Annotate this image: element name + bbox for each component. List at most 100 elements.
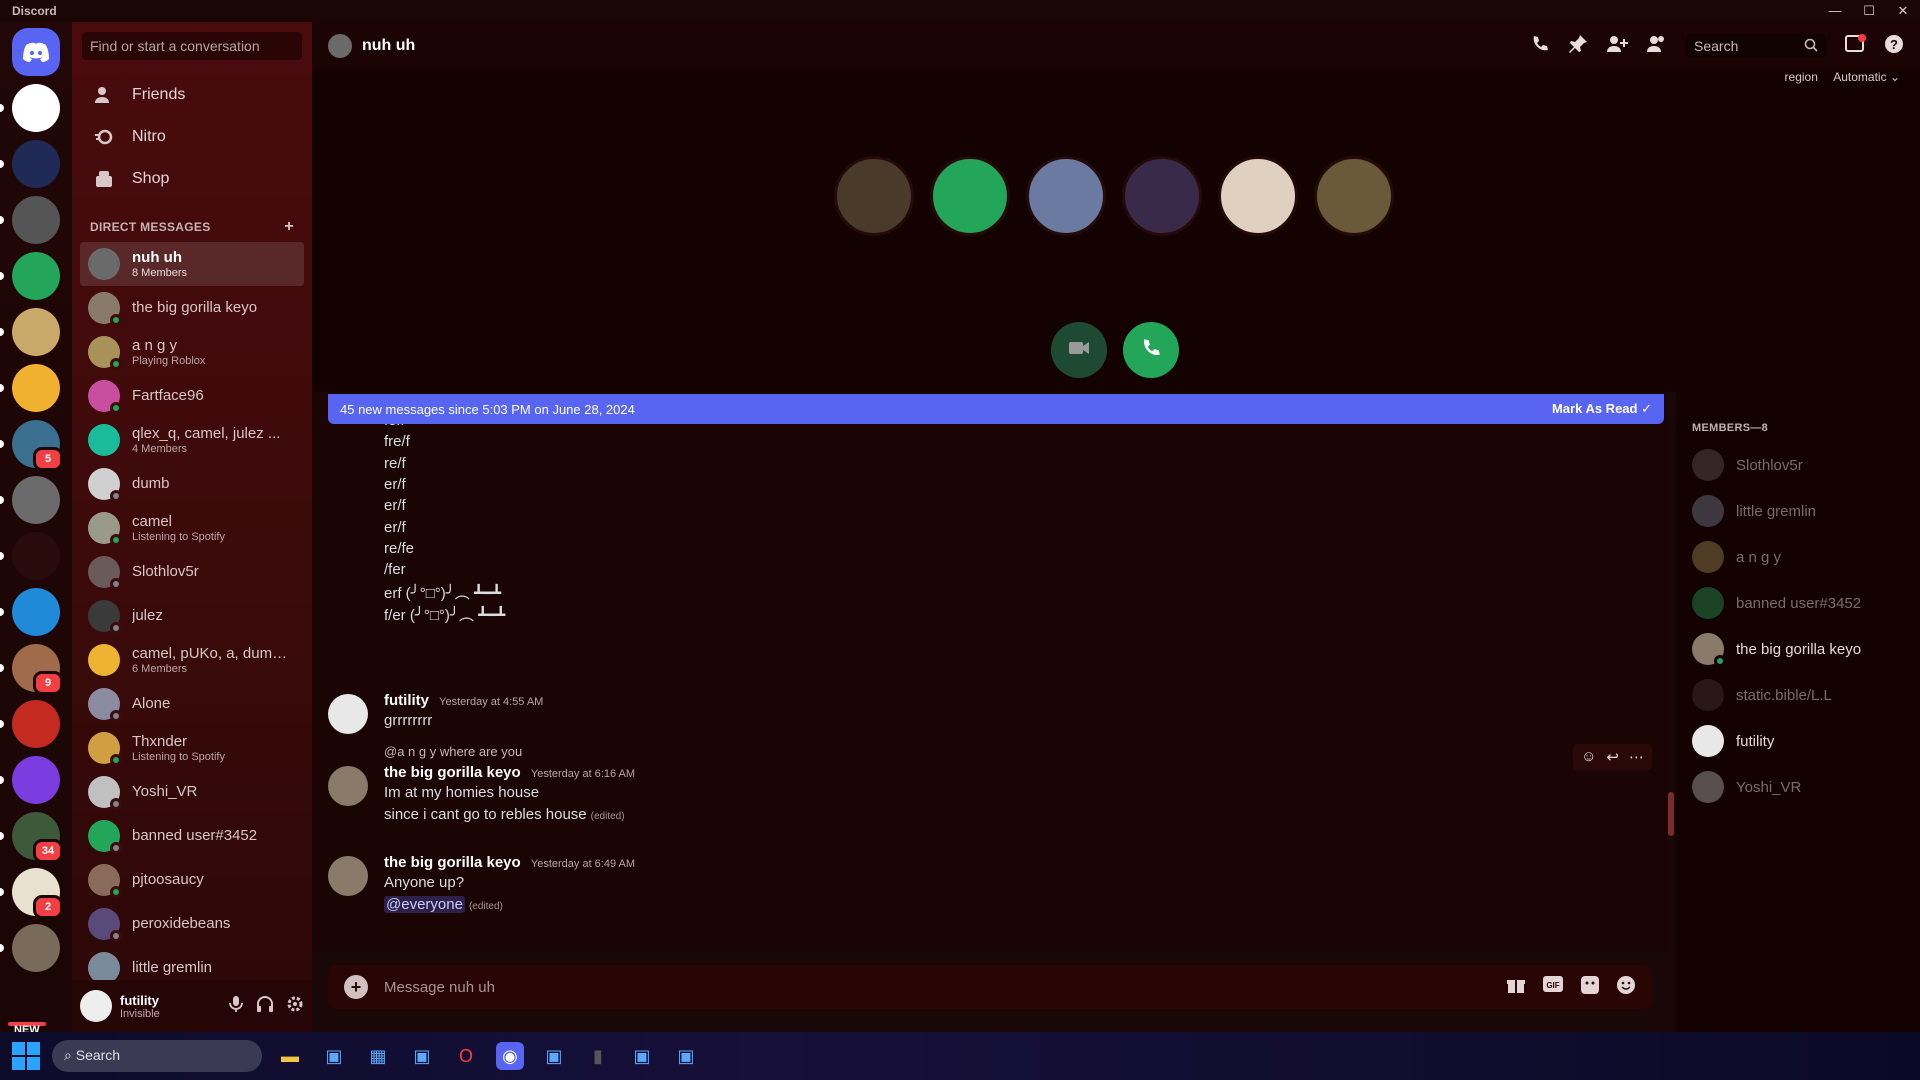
call-participant-avatar[interactable] <box>1314 156 1394 236</box>
add-reaction-icon[interactable]: ☺ <box>1581 748 1596 766</box>
nav-friends[interactable]: Friends <box>80 74 304 116</box>
member-item[interactable]: static.bible/L.L <box>1692 672 1912 718</box>
server-icon[interactable] <box>0 756 60 804</box>
dm-item[interactable]: peroxidebeans <box>80 902 304 946</box>
call-participant-avatar[interactable] <box>1026 156 1106 236</box>
member-item[interactable]: Slothlov5r <box>1692 442 1912 488</box>
dm-item[interactable]: Fartface96 <box>80 374 304 418</box>
pin-icon[interactable] <box>1568 34 1588 59</box>
new-messages-bar[interactable]: 45 new messages since 5:03 PM on June 28… <box>328 394 1664 424</box>
opera-icon[interactable]: O <box>452 1042 480 1070</box>
video-call-button[interactable] <box>1051 322 1107 378</box>
gear-icon[interactable] <box>286 995 304 1018</box>
member-item[interactable]: the big gorilla keyo <box>1692 626 1912 672</box>
help-icon[interactable]: ? <box>1884 34 1904 59</box>
reply-icon[interactable]: ↩ <box>1606 748 1619 766</box>
store-icon[interactable]: ▦ <box>364 1042 392 1070</box>
dm-item[interactable]: the big gorilla keyo <box>80 286 304 330</box>
avatar[interactable] <box>80 990 112 1022</box>
dm-item[interactable]: camel Listening to Spotify <box>80 506 304 550</box>
server-icon[interactable] <box>0 532 60 580</box>
everyone-mention[interactable]: @everyone <box>384 896 465 913</box>
server-icon[interactable] <box>0 308 60 356</box>
call-participant-avatar[interactable] <box>1218 156 1298 236</box>
app-icon[interactable]: ▣ <box>408 1042 436 1070</box>
mark-as-read-button[interactable]: Mark As Read ✓ <box>1552 401 1652 417</box>
server-icon[interactable] <box>0 84 60 132</box>
member-item[interactable]: banned user#3452 <box>1692 580 1912 626</box>
member-item[interactable]: Yoshi_VR <box>1692 764 1912 810</box>
add-friends-icon[interactable] <box>1606 34 1628 59</box>
nav-nitro[interactable]: Nitro <box>80 116 304 158</box>
taskbar-search[interactable]: ⌕ Search <box>52 1040 262 1072</box>
avatar[interactable] <box>328 856 368 896</box>
avatar[interactable] <box>328 694 368 734</box>
app-icon[interactable]: ▣ <box>628 1042 656 1070</box>
dm-item[interactable]: dumb <box>80 462 304 506</box>
headphones-icon[interactable] <box>256 995 274 1018</box>
gif-button[interactable]: GIF <box>1542 975 1564 1000</box>
message-author[interactable]: the big gorilla keyo Yesterday at 6:16 A… <box>384 764 635 781</box>
dm-item[interactable]: Thxnder Listening to Spotify <box>80 726 304 770</box>
nav-shop[interactable]: Shop <box>80 158 304 200</box>
dm-item[interactable]: julez <box>80 594 304 638</box>
create-dm-button[interactable]: + <box>284 218 294 236</box>
user-info[interactable]: futility Invisible <box>120 993 160 1020</box>
maximize-button[interactable]: ☐ <box>1852 0 1886 22</box>
join-call-button[interactable] <box>1123 322 1179 378</box>
dm-item[interactable]: a n g y Playing Roblox <box>80 330 304 374</box>
server-icon[interactable]: 9 <box>0 644 63 695</box>
dm-item[interactable]: Alone <box>80 682 304 726</box>
call-icon[interactable] <box>1530 34 1550 59</box>
microphone-icon[interactable] <box>228 995 244 1018</box>
discord-taskbar-icon[interactable]: ◉ <box>496 1042 524 1070</box>
dm-item[interactable]: qlex_q, camel, julez ... 4 Members <box>80 418 304 462</box>
close-button[interactable]: ✕ <box>1886 0 1920 22</box>
avatar[interactable] <box>328 766 368 806</box>
call-participant-avatar[interactable] <box>834 156 914 236</box>
app-icon[interactable]: ▣ <box>320 1042 348 1070</box>
sticker-icon[interactable] <box>1580 975 1600 1000</box>
server-icon[interactable]: 2 <box>0 868 63 919</box>
server-icon[interactable] <box>0 140 60 188</box>
call-participant-avatar[interactable] <box>930 156 1010 236</box>
dm-item[interactable]: pjtoosaucy <box>80 858 304 902</box>
file-explorer-icon[interactable]: ▬ <box>276 1042 304 1070</box>
inbox-icon[interactable] <box>1844 33 1866 59</box>
dm-item[interactable]: nuh uh 8 Members <box>80 242 304 286</box>
more-icon[interactable]: ⋯ <box>1629 748 1644 766</box>
dm-item[interactable]: Slothlov5r <box>80 550 304 594</box>
dm-item[interactable]: camel, pUKo, a, dumb... 6 Members <box>80 638 304 682</box>
server-icon[interactable] <box>0 252 60 300</box>
minimize-button[interactable]: — <box>1818 0 1852 22</box>
reply-preview[interactable]: @a n g y where are you <box>384 744 522 759</box>
server-icon[interactable]: 5 <box>0 420 63 471</box>
windows-start-icon[interactable] <box>12 1042 40 1070</box>
attach-button[interactable]: + <box>344 975 368 999</box>
member-item[interactable]: a n g y <box>1692 534 1912 580</box>
dm-item[interactable]: banned user#3452 <box>80 814 304 858</box>
server-icon[interactable] <box>0 924 60 972</box>
header-search-input[interactable]: Search <box>1686 34 1826 58</box>
message-author[interactable]: the big gorilla keyo Yesterday at 6:49 A… <box>384 854 635 871</box>
chat-scrollbar[interactable] <box>1668 792 1674 836</box>
server-icon[interactable] <box>0 588 60 636</box>
region-selector[interactable]: region Automatic ⌄ <box>1785 70 1900 84</box>
server-icon[interactable] <box>0 700 60 748</box>
member-item[interactable]: futility <box>1692 718 1912 764</box>
server-icon[interactable] <box>0 364 60 412</box>
app-icon[interactable]: ▮ <box>584 1042 612 1070</box>
app-icon[interactable]: ▣ <box>540 1042 568 1070</box>
dm-search-input[interactable]: Find or start a conversation <box>82 32 302 60</box>
member-item[interactable]: little gremlin <box>1692 488 1912 534</box>
emoji-icon[interactable] <box>1616 975 1636 1000</box>
server-icon[interactable] <box>0 476 60 524</box>
members-icon[interactable] <box>1646 34 1668 59</box>
discord-home-button[interactable] <box>12 28 60 76</box>
server-icon[interactable]: 34 <box>0 812 63 863</box>
server-icon[interactable] <box>0 196 60 244</box>
message-author[interactable]: futility Yesterday at 4:55 AM <box>384 692 543 709</box>
call-participant-avatar[interactable] <box>1122 156 1202 236</box>
message-input[interactable]: Message nuh uh <box>384 979 495 996</box>
gift-icon[interactable] <box>1506 975 1526 1000</box>
